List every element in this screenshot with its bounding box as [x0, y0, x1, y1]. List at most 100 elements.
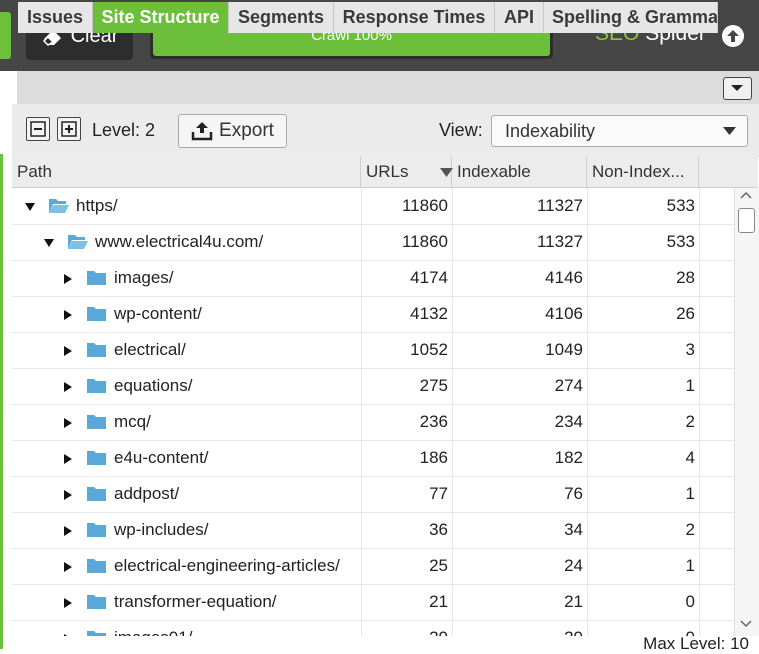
- tab-api[interactable]: API: [495, 2, 544, 33]
- path-label: electrical-engineering-articles/: [114, 556, 340, 575]
- non-indexable-cell: 2: [685, 412, 695, 431]
- table-row[interactable]: electrical-engineering-articles/25 24 1: [12, 548, 734, 585]
- caret-right-icon[interactable]: [62, 561, 74, 573]
- table-row[interactable]: https/11860 11327 533: [12, 188, 734, 225]
- collapse-button[interactable]: [26, 117, 50, 141]
- caret-right-icon[interactable]: [62, 381, 74, 393]
- indexable-cell: 11327: [536, 232, 583, 251]
- column-divider: [699, 296, 700, 332]
- column-header-indexable[interactable]: Indexable: [452, 156, 587, 187]
- path-label: mcq/: [114, 412, 151, 431]
- column-header-path[interactable]: Path: [12, 156, 361, 187]
- folder-icon: [87, 559, 106, 573]
- scrollbar-thumb[interactable]: [738, 208, 755, 233]
- caret-right-icon[interactable]: [62, 273, 74, 285]
- export-button[interactable]: Export: [178, 114, 287, 148]
- path-label: e4u-content/: [114, 448, 209, 467]
- caret-down-icon[interactable]: [43, 237, 55, 249]
- table-row[interactable]: images01/20200: [12, 620, 734, 636]
- indexable-cell: 182: [554, 448, 583, 467]
- caret-down-icon[interactable]: [24, 201, 36, 213]
- view-select[interactable]: Indexability: [491, 115, 748, 147]
- max-level-status: Max Level: 10: [643, 634, 749, 653]
- column-divider: [699, 188, 700, 224]
- folder-icon: [87, 523, 106, 537]
- table-row[interactable]: wp-includes/36 34 2: [12, 512, 734, 549]
- indexable-cell: 24: [564, 556, 583, 575]
- start-button-edge[interactable]: [0, 12, 11, 59]
- caret-right-icon[interactable]: [62, 597, 74, 609]
- scroll-up-icon[interactable]: [740, 191, 752, 199]
- caret-right-icon[interactable]: [62, 525, 74, 537]
- path-label: electrical/: [114, 340, 186, 359]
- column-divider: [699, 224, 700, 260]
- caret-right-icon[interactable]: [62, 633, 74, 636]
- table-row[interactable]: equations/275 274 1: [12, 368, 734, 405]
- indexable-cell: 4146: [545, 268, 583, 287]
- table-row[interactable]: electrical/1052 1049 3: [12, 332, 734, 369]
- scroll-down-icon[interactable]: [740, 620, 752, 628]
- tab-overflow-menu[interactable]: [723, 77, 752, 100]
- tab-site-structure[interactable]: Site Structure: [93, 2, 229, 33]
- column-header-filler: [699, 156, 758, 187]
- column-divider: [699, 260, 700, 296]
- table-row[interactable]: wp-content/4132 4106 26: [12, 296, 734, 333]
- tab-response-times[interactable]: Response Times: [334, 2, 495, 33]
- caret-right-icon[interactable]: [62, 453, 74, 465]
- non-indexable-cell: 533: [666, 196, 695, 215]
- folder-icon: [87, 343, 106, 357]
- column-divider: [699, 440, 700, 476]
- upload-icon[interactable]: [722, 25, 744, 47]
- urls-cell: 4174: [410, 268, 448, 287]
- urls-cell: 20: [361, 620, 452, 636]
- sort-descending-icon[interactable]: [440, 168, 453, 177]
- urls-cell: 11860: [401, 196, 448, 215]
- caret-right-icon[interactable]: [62, 309, 74, 321]
- non-indexable-cell: 1: [685, 376, 695, 395]
- urls-cell: 1052: [410, 340, 448, 359]
- column-divider: [699, 584, 700, 620]
- export-icon: [191, 122, 213, 141]
- urls-cell: 186: [419, 448, 448, 467]
- column-header-non-indexable[interactable]: Non-Index...: [587, 156, 699, 187]
- folder-open-icon: [68, 235, 88, 249]
- column-divider: [699, 332, 700, 368]
- non-indexable-cell: 2: [685, 520, 695, 539]
- caret-right-icon[interactable]: [62, 489, 74, 501]
- non-indexable-cell: 26: [676, 304, 695, 323]
- path-label: images01/: [114, 620, 192, 636]
- caret-right-icon[interactable]: [62, 417, 74, 429]
- table-row[interactable]: images/4174 4146 28: [12, 260, 734, 297]
- urls-cell: 236: [419, 412, 448, 431]
- caret-right-icon[interactable]: [62, 345, 74, 357]
- column-header-urls[interactable]: URLs: [361, 156, 452, 187]
- expand-button[interactable]: [57, 117, 81, 141]
- folder-icon: [87, 271, 106, 285]
- minus-icon: [30, 121, 46, 137]
- path-label: wp-content/: [114, 304, 202, 323]
- urls-cell: 11860: [401, 232, 448, 251]
- folder-icon: [87, 379, 106, 393]
- tab-segments[interactable]: Segments: [229, 2, 334, 33]
- folder-icon: [87, 415, 106, 429]
- path-label: images/: [114, 268, 174, 287]
- table-row[interactable]: transformer-equation/21 21 0: [12, 584, 734, 621]
- tab-spelling-grammar[interactable]: Spelling & Gramma: [544, 2, 718, 33]
- urls-cell: 4132: [410, 304, 448, 323]
- table-row[interactable]: addpost/77 76 1: [12, 476, 734, 513]
- non-indexable-cell: 0: [685, 592, 695, 611]
- table-row[interactable]: e4u-content/186 182 4: [12, 440, 734, 477]
- folder-icon: [87, 595, 106, 609]
- table-row[interactable]: mcq/236 234 2: [12, 404, 734, 441]
- tab-issues[interactable]: Issues: [18, 2, 93, 33]
- indexable-cell: 11327: [536, 196, 583, 215]
- path-label: https/: [76, 196, 118, 215]
- indexable-cell: 76: [564, 484, 583, 503]
- indexable-cell: 274: [554, 376, 583, 395]
- column-divider: [699, 476, 700, 512]
- table-row[interactable]: www.electrical4u.com/11860 11327 533: [12, 224, 734, 261]
- tab-bar-gap: [0, 71, 17, 104]
- vertical-scrollbar[interactable]: [734, 188, 759, 636]
- path-label: wp-includes/: [114, 520, 209, 539]
- path-label: www.electrical4u.com/: [95, 232, 264, 251]
